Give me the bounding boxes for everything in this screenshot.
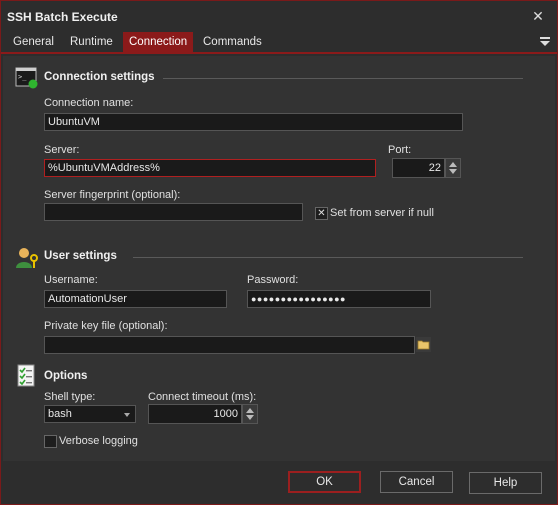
help-button[interactable]: Help: [469, 472, 542, 494]
tab-bar: General Runtime Connection Commands: [1, 32, 557, 54]
spin-up-icon[interactable]: [449, 162, 457, 167]
close-icon[interactable]: ✕: [529, 7, 547, 25]
port-label: Port:: [388, 144, 412, 156]
username-label: Username:: [44, 274, 98, 286]
connection-name-label: Connection name:: [44, 97, 134, 109]
section-divider: [133, 257, 523, 258]
verbose-logging-checkbox[interactable]: [44, 435, 57, 448]
set-from-server-label: Set from server if null: [330, 207, 434, 219]
window-title: SSH Batch Execute: [7, 10, 118, 24]
user-settings-header: User settings: [44, 250, 117, 262]
options-header: Options: [44, 370, 88, 382]
connection-name-input[interactable]: UbuntuVM: [44, 113, 463, 131]
tab-general[interactable]: General: [7, 32, 60, 53]
spin-up-icon[interactable]: [246, 408, 254, 413]
browse-button[interactable]: [416, 337, 431, 352]
server-label: Server:: [44, 144, 80, 156]
tab-connection[interactable]: Connection: [123, 32, 194, 53]
chevron-down-icon: [124, 413, 130, 417]
ok-button[interactable]: OK: [288, 471, 361, 493]
svg-text:>_: >_: [18, 73, 27, 81]
connect-timeout-label: Connect timeout (ms):: [148, 391, 257, 403]
password-label: Password:: [247, 274, 299, 286]
tab-menu-icon[interactable]: [539, 36, 551, 48]
shell-type-value: bash: [48, 408, 72, 420]
spin-down-icon[interactable]: [246, 415, 254, 420]
tab-runtime[interactable]: Runtime: [64, 32, 119, 53]
port-input[interactable]: 22: [392, 158, 445, 178]
cancel-button[interactable]: Cancel: [380, 471, 453, 493]
password-input[interactable]: ●●●●●●●●●●●●●●●●: [247, 290, 431, 308]
shell-type-label: Shell type:: [44, 391, 96, 403]
port-spinner[interactable]: [445, 158, 461, 178]
checklist-icon: [17, 364, 35, 387]
terminal-icon: >_: [15, 67, 38, 89]
connect-timeout-input[interactable]: 1000: [148, 404, 242, 424]
set-from-server-checkbox[interactable]: ✕: [315, 207, 328, 220]
section-divider: [163, 78, 523, 79]
verbose-logging-label: Verbose logging: [59, 435, 138, 447]
spin-down-icon[interactable]: [449, 169, 457, 174]
connection-settings-header: Connection settings: [44, 71, 155, 83]
title-bar: SSH Batch Execute ✕: [1, 1, 557, 31]
server-input[interactable]: %UbuntuVMAddress%: [44, 159, 376, 177]
connection-tab-panel: >_ Connection settings Connection name: …: [3, 56, 555, 461]
dialog-window: SSH Batch Execute ✕ General Runtime Conn…: [0, 0, 558, 505]
private-key-label: Private key file (optional):: [44, 320, 168, 332]
tab-commands[interactable]: Commands: [197, 32, 268, 53]
dialog-footer: OK Cancel Help: [3, 462, 555, 504]
fingerprint-input[interactable]: [44, 203, 303, 221]
folder-icon: [417, 340, 430, 350]
username-input[interactable]: AutomationUser: [44, 290, 227, 308]
timeout-spinner[interactable]: [242, 404, 258, 424]
user-key-icon: [16, 248, 38, 268]
fingerprint-label: Server fingerprint (optional):: [44, 189, 181, 201]
private-key-input[interactable]: [44, 336, 415, 354]
shell-type-select[interactable]: bash: [44, 405, 136, 423]
